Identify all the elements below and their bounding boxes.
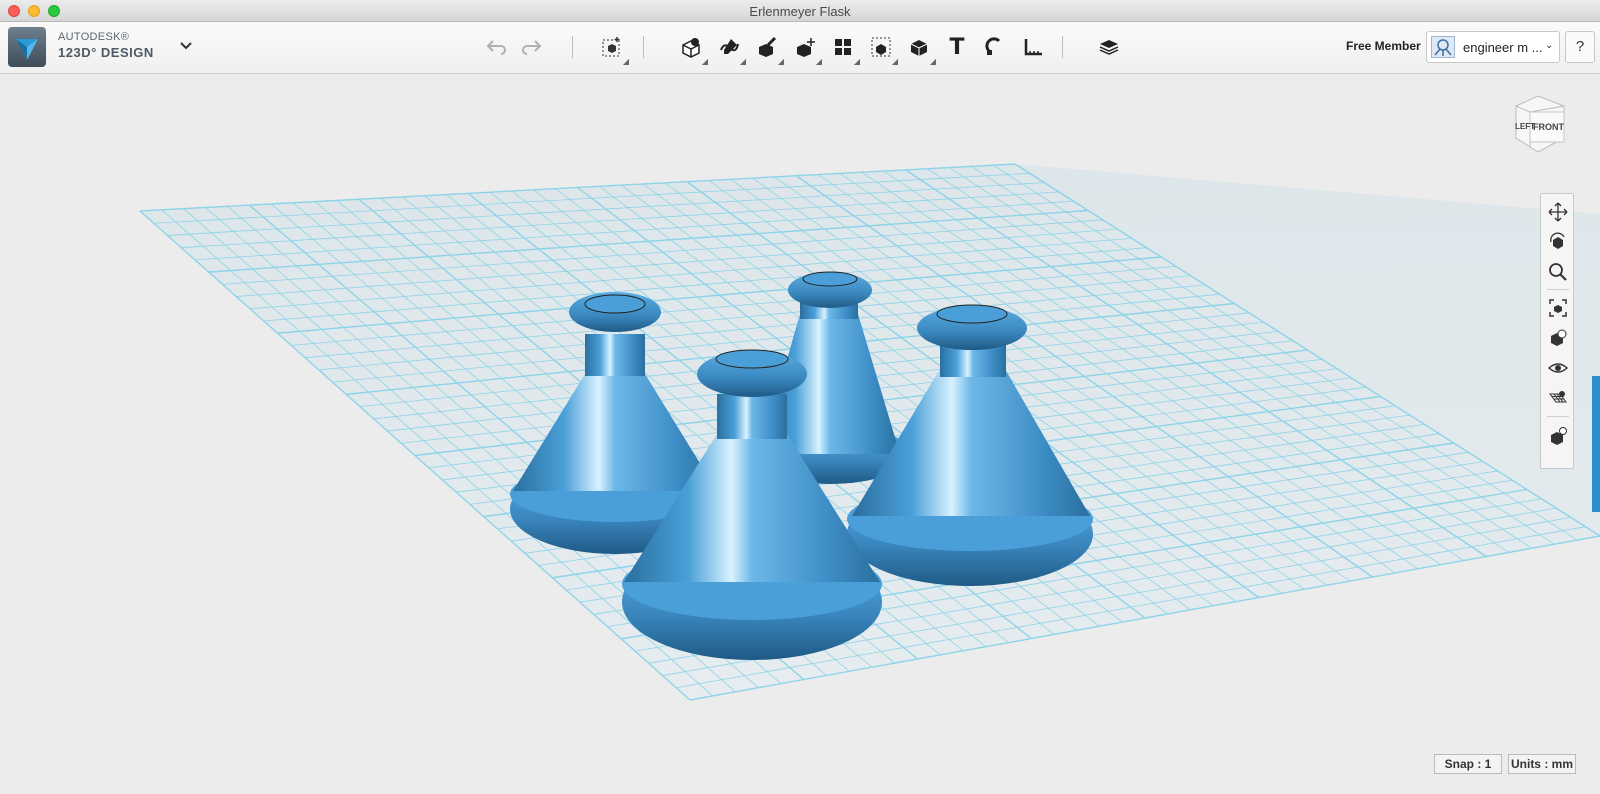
material-icon[interactable] (1096, 34, 1122, 60)
main-toolbar: AUTODESK® 123D° DESIGN ◢ ◢ ◢ ◢ ◢ ◢ ◢ ◢ T… (0, 22, 1600, 74)
primitives-icon[interactable]: ◢ (678, 34, 708, 66)
nav-separator (1547, 416, 1569, 417)
chevron-down-icon: ⌄ (1545, 40, 1554, 51)
toolbar-separator (1062, 36, 1063, 58)
snap-settings-icon[interactable] (1546, 424, 1570, 448)
pattern-icon[interactable]: ◢ (830, 34, 860, 66)
toolbar-separator (572, 36, 573, 58)
snap-status[interactable]: Snap : 1 (1434, 754, 1502, 774)
app-logo-icon[interactable] (8, 27, 46, 67)
redo-icon[interactable] (519, 34, 545, 60)
help-button[interactable]: ? (1565, 31, 1595, 63)
navigation-bar (1540, 193, 1574, 469)
product-name: 123D° DESIGN (58, 45, 154, 60)
window-title: Erlenmeyer Flask (749, 4, 851, 19)
measure-icon[interactable] (1020, 34, 1046, 60)
side-panel-handle[interactable] (1592, 376, 1600, 512)
viewcube-left-label: LEFT (1515, 122, 1535, 131)
view-mode-icon[interactable] (1546, 326, 1570, 350)
viewcube-front-label: FRONT (1533, 122, 1564, 132)
sketch-icon[interactable]: ◢ (716, 34, 746, 66)
app-menu-chevron-icon[interactable] (178, 37, 194, 53)
scene-canvas[interactable] (0, 74, 1600, 794)
visibility-icon[interactable] (1546, 356, 1570, 380)
grouping-icon[interactable]: ◢ (868, 34, 898, 66)
transform-icon[interactable]: ◢ (599, 34, 629, 66)
nav-separator (1547, 289, 1569, 290)
account-dropdown[interactable]: engineer m ... ⌄ (1426, 31, 1560, 63)
modify-icon[interactable]: ◢ (792, 34, 822, 66)
username: engineer m ... (1463, 40, 1543, 55)
snap-icon[interactable] (982, 34, 1008, 60)
fit-icon[interactable] (1546, 296, 1570, 320)
combine-icon[interactable]: ◢ (906, 34, 936, 66)
pan-icon[interactable] (1546, 200, 1570, 224)
text-icon[interactable]: T (944, 34, 970, 60)
app-window: Erlenmeyer Flask AUTODESK® 123D° DESIGN … (0, 0, 1600, 794)
view-cube[interactable]: LEFT FRONT (1508, 94, 1568, 156)
grid-material-icon[interactable] (1546, 386, 1570, 410)
avatar (1431, 36, 1455, 58)
toolbar-separator (643, 36, 644, 58)
3d-viewport[interactable] (0, 74, 1600, 794)
undo-icon[interactable] (483, 34, 509, 60)
units-status[interactable]: Units : mm (1508, 754, 1576, 774)
construct-icon[interactable]: ◢ (754, 34, 784, 66)
brand-name: AUTODESK® (58, 31, 130, 43)
orbit-icon[interactable] (1546, 230, 1570, 254)
title-bar: Erlenmeyer Flask (0, 0, 1600, 22)
membership-label: Free Member (1346, 39, 1421, 53)
zoom-icon[interactable] (1546, 260, 1570, 284)
